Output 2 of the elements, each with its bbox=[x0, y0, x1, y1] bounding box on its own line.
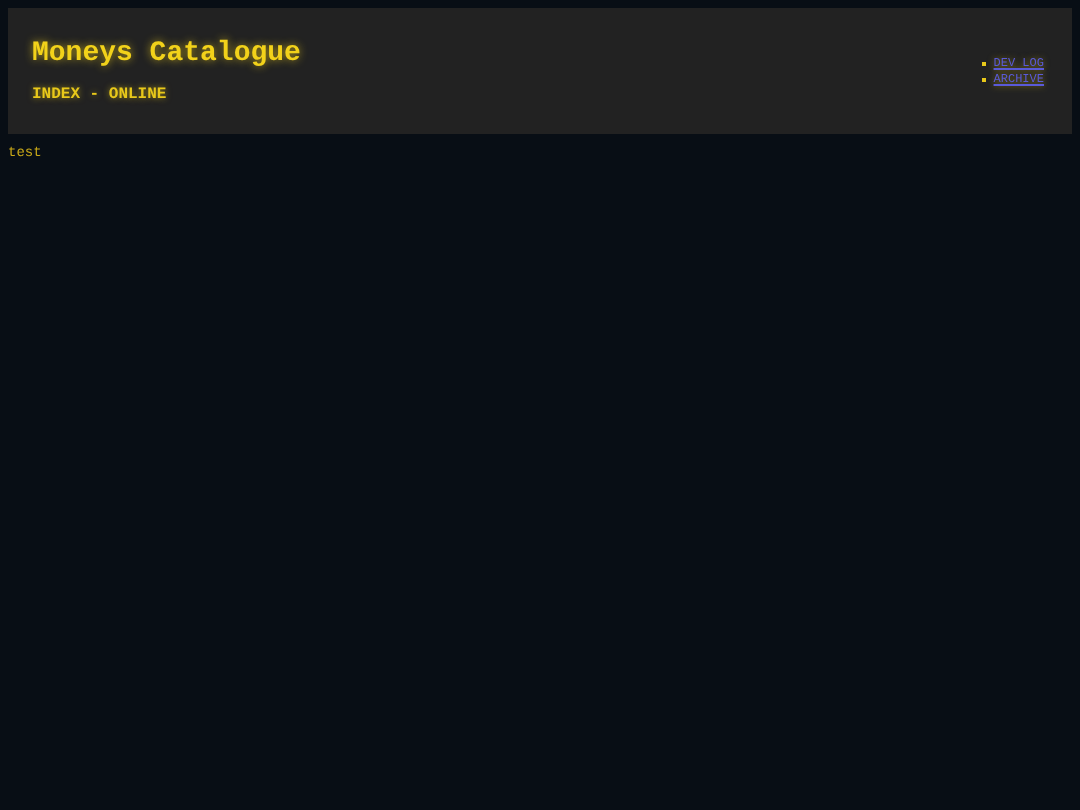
site-title: Moneys Catalogue bbox=[32, 38, 301, 70]
site-subtitle: INDEX - ONLINE bbox=[32, 86, 169, 104]
